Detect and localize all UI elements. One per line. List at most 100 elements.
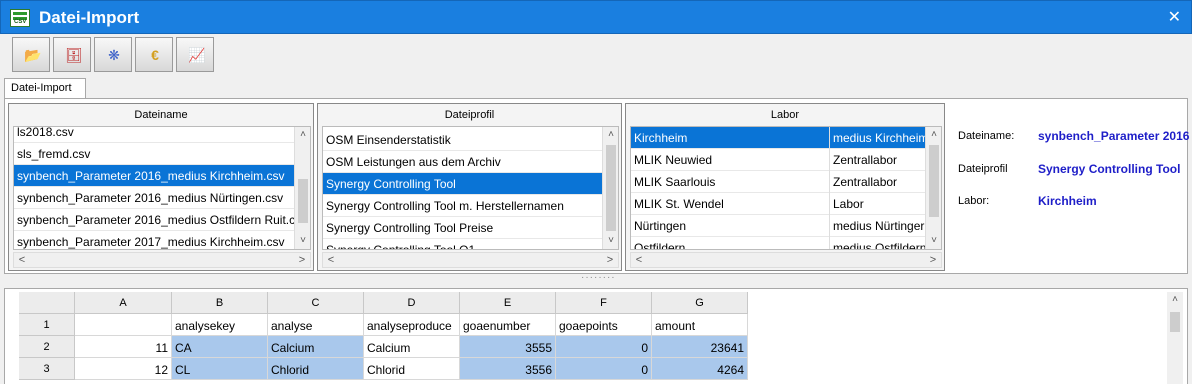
folder-open-icon: 📂 (24, 47, 42, 63)
network-button[interactable]: ❋ (94, 37, 132, 72)
grid-cell[interactable]: analyse (268, 314, 364, 336)
labor-org: medius Ostfildern (829, 237, 927, 249)
scroll-left-icon[interactable]: < (14, 253, 30, 269)
list-item[interactable]: synbench_Parameter 2017_medius Kirchheim… (14, 231, 296, 249)
labor-list[interactable]: Kirchheim medius Kirchheim MLIK Neuwied … (630, 126, 942, 250)
labor-name: MLIK St. Wendel (634, 197, 724, 211)
grid-cell[interactable]: 4264 (652, 358, 748, 380)
list-item-selected[interactable]: Synergy Controlling Tool (323, 173, 604, 195)
list-item[interactable]: OSM Einsenderstatistik (323, 129, 604, 151)
list-item[interactable]: synbench_Parameter 2016_medius Nürtingen… (14, 187, 296, 209)
scroll-left-icon[interactable]: < (323, 253, 339, 269)
labor-header: Labor (770, 109, 800, 121)
scroll-right-icon[interactable]: > (925, 253, 941, 269)
labor-name: Ostfildern (634, 241, 686, 250)
dateiprofil-list[interactable]: OSM Einsenderstatistik OSM Leistungen au… (322, 126, 619, 250)
euro-button[interactable]: € (135, 37, 173, 72)
scroll-thumb[interactable] (298, 179, 308, 223)
grid-cell[interactable]: CL (172, 358, 268, 380)
selection-info-panel: Dateiname: synbench_Parameter 2016 Datei… (948, 103, 1189, 271)
database-icon: 🗄 (65, 47, 83, 63)
col-header[interactable]: C (268, 292, 364, 314)
labor-org: Zentrallabor (829, 171, 927, 193)
labor-row-selected[interactable]: Kirchheim medius Kirchheim (631, 127, 927, 149)
list-item[interactable]: Synergy Controlling Tool Preise (323, 217, 604, 239)
grid-cell[interactable]: analyseproduce (364, 314, 460, 336)
dateiprofil-vscrollbar[interactable]: ˄ ˅ (602, 127, 618, 249)
labor-org: medius Nürtinger (829, 215, 927, 237)
col-header[interactable]: B (172, 292, 268, 314)
labor-row[interactable]: MLIK Neuwied Zentrallabor (631, 149, 927, 171)
grid-cell[interactable]: 12 (75, 358, 172, 380)
row-header[interactable]: 2 (19, 336, 75, 358)
grid-cell[interactable]: 23641 (652, 336, 748, 358)
grid-cell[interactable]: 0 (556, 358, 652, 380)
grid-cell[interactable]: Calcium (364, 336, 460, 358)
scroll-right-icon[interactable]: > (602, 253, 618, 269)
grid-cell[interactable]: Calcium (268, 336, 364, 358)
list-item[interactable]: ls2018.csv (14, 127, 296, 143)
row-header[interactable]: 1 (19, 314, 75, 336)
scroll-down-icon[interactable]: ˅ (603, 233, 618, 249)
close-icon[interactable]: ✕ (1168, 7, 1181, 27)
scroll-up-icon[interactable]: ˄ (295, 127, 310, 143)
labor-row[interactable]: Ostfildern medius Ostfildern (631, 237, 927, 250)
scroll-thumb[interactable] (1170, 312, 1180, 332)
tab-datei-import[interactable]: Datei-Import (4, 78, 86, 98)
open-file-button[interactable]: 📂 (12, 37, 50, 72)
dateiname-list[interactable]: ls2018.csv sls_fremd.csv synbench_Parame… (13, 126, 311, 250)
labor-row[interactable]: Nürtingen medius Nürtinger (631, 215, 927, 237)
grid-cell[interactable]: 3556 (460, 358, 556, 380)
scroll-up-icon[interactable]: ˄ (1167, 292, 1183, 308)
info-dateiprofil-label: Dateiprofil (958, 163, 1008, 175)
scroll-up-icon[interactable]: ˄ (603, 127, 618, 143)
data-grid: A B C D E F G 1 analysekey analyse analy… (4, 288, 1188, 384)
grid-cell[interactable]: goaepoints (556, 314, 652, 336)
col-header[interactable]: E (460, 292, 556, 314)
dateiname-vscrollbar[interactable]: ˄ ˅ (294, 127, 310, 249)
row-header[interactable]: 3 (19, 358, 75, 380)
labor-name: MLIK Saarlouis (634, 175, 716, 189)
scroll-down-icon[interactable]: ˅ (295, 233, 310, 249)
database-button[interactable]: 🗄 (53, 37, 91, 72)
list-item[interactable]: Synergy Controlling Tool m. Herstellerna… (323, 195, 604, 217)
scroll-left-icon[interactable]: < (631, 253, 647, 269)
chart-button[interactable]: 📈 (176, 37, 214, 72)
col-header[interactable]: G (652, 292, 748, 314)
scroll-down-icon[interactable]: ˅ (926, 233, 941, 249)
grid-cell[interactable]: amount (652, 314, 748, 336)
list-item-selected[interactable]: synbench_Parameter 2016_medius Kirchheim… (14, 165, 296, 187)
grid-cell[interactable]: Chlorid (268, 358, 364, 380)
scroll-up-icon[interactable]: ˄ (926, 127, 941, 143)
scroll-thumb[interactable] (606, 145, 616, 231)
labor-hscrollbar[interactable]: < > (630, 252, 942, 268)
labor-org: medius Kirchheim (829, 127, 927, 149)
grid-cell[interactable]: analysekey (172, 314, 268, 336)
grid-cell[interactable]: Chlorid (364, 358, 460, 380)
labor-row[interactable]: MLIK Saarlouis Zentrallabor (631, 171, 927, 193)
list-item[interactable]: synbench_Parameter 2016_medius Ostfilder… (14, 209, 307, 231)
grid-cell[interactable]: goaenumber (460, 314, 556, 336)
list-item[interactable]: Synergy Controlling Tool Q1 (323, 239, 604, 249)
info-dateiname-label: Dateiname: (958, 130, 1015, 142)
title-bar: CSV Datei-Import ✕ (0, 0, 1192, 34)
list-item[interactable]: sls_fremd.csv (14, 143, 296, 165)
grid-cell[interactable]: 11 (75, 336, 172, 358)
list-item[interactable]: OSM Leistungen aus dem Archiv (323, 151, 604, 173)
grid-cell[interactable]: 3555 (460, 336, 556, 358)
grid-cell[interactable] (75, 314, 172, 336)
scroll-thumb[interactable] (929, 145, 939, 217)
scroll-right-icon[interactable]: > (294, 253, 310, 269)
grid-vscrollbar[interactable]: ˄ (1167, 292, 1183, 384)
col-header[interactable]: A (75, 292, 172, 314)
labor-vscrollbar[interactable]: ˄ ˅ (925, 127, 941, 249)
dateiprofil-group: Dateiprofil OSM Einsenderstatistik OSM L… (317, 103, 622, 271)
dateiprofil-hscrollbar[interactable]: < > (322, 252, 619, 268)
dateiname-hscrollbar[interactable]: < > (13, 252, 311, 268)
grid-cell[interactable]: CA (172, 336, 268, 358)
col-header[interactable]: F (556, 292, 652, 314)
labor-row[interactable]: MLIK St. Wendel Labor (631, 193, 927, 215)
horizontal-splitter[interactable]: ········ (581, 272, 616, 283)
col-header[interactable]: D (364, 292, 460, 314)
grid-cell[interactable]: 0 (556, 336, 652, 358)
